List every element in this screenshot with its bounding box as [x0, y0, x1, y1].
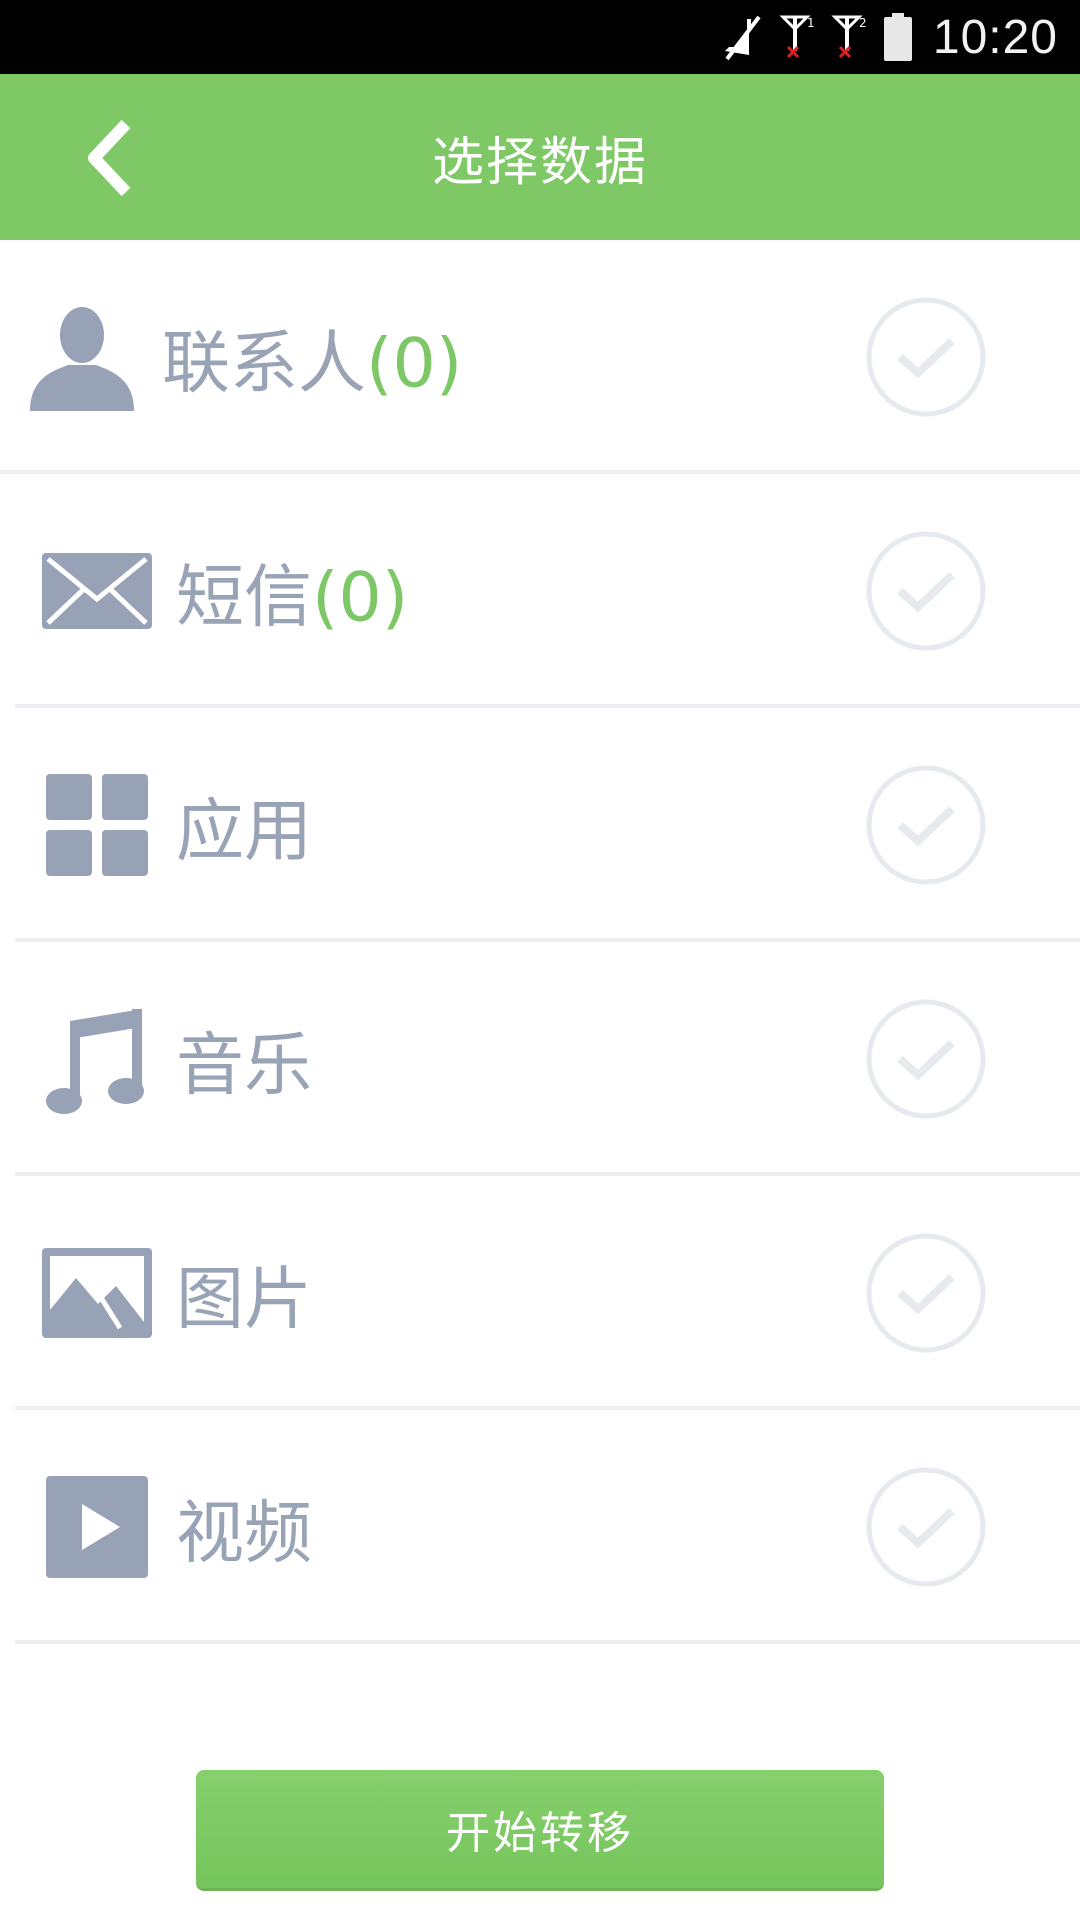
- item-count: (0): [312, 558, 409, 638]
- divider: [15, 1640, 1080, 1644]
- start-transfer-button[interactable]: 开始转移: [196, 1770, 884, 1888]
- sim1-label: 1: [807, 16, 815, 30]
- item-count: (0): [366, 324, 463, 404]
- contact-icon: [24, 299, 140, 415]
- status-time: 10:20: [932, 10, 1058, 64]
- list-item-apps[interactable]: 应用: [0, 708, 1080, 942]
- message-icon: [42, 553, 152, 629]
- list-item-music[interactable]: 音乐: [0, 942, 1080, 1176]
- music-note-icon: [44, 1003, 148, 1115]
- list-item-video[interactable]: 视频: [0, 1410, 1080, 1644]
- item-label: 应用: [176, 792, 313, 872]
- list-item-messages[interactable]: 短信(0): [0, 474, 1080, 708]
- data-type-list: 联系人(0) 短信(0) 应用 音乐 图片 视频: [0, 240, 1080, 1644]
- sim1-signal-icon: 1: [779, 15, 815, 59]
- checkbox-video[interactable]: [866, 1467, 986, 1587]
- item-label: 图片: [176, 1260, 313, 1340]
- battery-icon: [883, 13, 912, 61]
- status-bar: 1 2 10:20: [0, 0, 1080, 74]
- list-item-contacts[interactable]: 联系人(0): [0, 240, 1080, 474]
- chevron-left-icon: [88, 119, 131, 197]
- item-label: 音乐: [176, 1026, 313, 1106]
- item-label: 联系人(0): [162, 324, 463, 404]
- sim2-signal-icon: 2: [831, 15, 867, 59]
- item-label: 视频: [176, 1494, 313, 1574]
- checkbox-contacts[interactable]: [866, 297, 986, 417]
- status-icons: 1 2 10:20: [719, 0, 1058, 74]
- picture-icon: [42, 1248, 152, 1338]
- apps-grid-icon: [46, 774, 148, 876]
- mute-icon: [724, 15, 761, 61]
- checkbox-messages[interactable]: [866, 531, 986, 651]
- back-button[interactable]: [64, 110, 160, 206]
- sim2-label: 2: [859, 16, 867, 30]
- header-bar: 选择数据: [0, 74, 1080, 240]
- page-title: 选择数据: [431, 132, 648, 193]
- checkbox-pictures[interactable]: [866, 1233, 986, 1353]
- item-label: 短信(0): [176, 558, 409, 638]
- checkbox-music[interactable]: [866, 999, 986, 1119]
- list-item-pictures[interactable]: 图片: [0, 1176, 1080, 1410]
- video-play-icon: [46, 1476, 148, 1578]
- checkbox-apps[interactable]: [866, 765, 986, 885]
